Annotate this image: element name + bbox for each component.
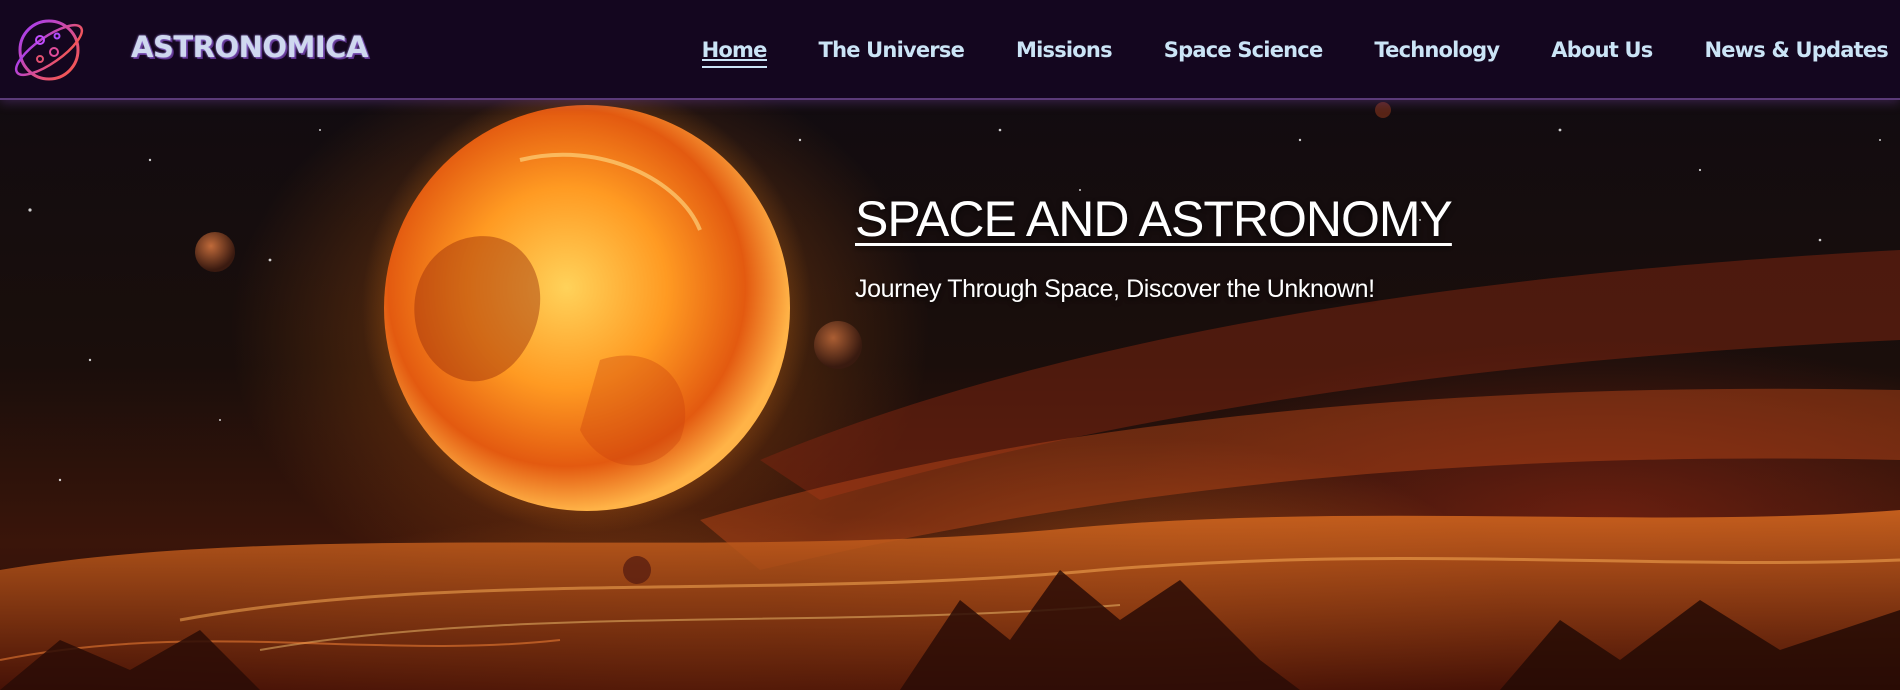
nav-link-news-updates[interactable]: News & Updates: [1704, 38, 1888, 62]
nav-link-the-universe[interactable]: The Universe: [819, 38, 965, 62]
nav-item-about-us: About Us: [1551, 38, 1653, 62]
nav-item-missions: Missions: [1016, 38, 1113, 62]
nav-item-technology: Technology: [1374, 38, 1500, 62]
nav-item-home: Home: [702, 38, 768, 62]
main-nav: Home The Universe Missions Space Science…: [702, 0, 1889, 100]
site-header: ASTRONOMICA Home The Universe Missions S…: [0, 0, 1900, 100]
hero-background-image: [0, 100, 1900, 690]
nav-link-missions[interactable]: Missions: [1016, 38, 1113, 62]
logo-icon[interactable]: [10, 12, 90, 88]
nav-item-news-updates: News & Updates: [1704, 38, 1888, 62]
nav-link-about-us[interactable]: About Us: [1551, 38, 1653, 62]
nav-link-home[interactable]: Home: [702, 38, 768, 62]
hero-subtitle: Journey Through Space, Discover the Unkn…: [855, 275, 1375, 303]
nav-item-the-universe: The Universe: [819, 38, 965, 62]
hero-banner: SPACE AND ASTRONOMY Journey Through Spac…: [0, 100, 1900, 690]
nav-link-technology[interactable]: Technology: [1374, 38, 1500, 62]
nav-item-space-science: Space Science: [1164, 38, 1323, 62]
brand-name[interactable]: ASTRONOMICA: [131, 30, 368, 64]
hero-title: SPACE AND ASTRONOMY: [855, 191, 1453, 247]
nav-link-space-science[interactable]: Space Science: [1164, 38, 1323, 62]
